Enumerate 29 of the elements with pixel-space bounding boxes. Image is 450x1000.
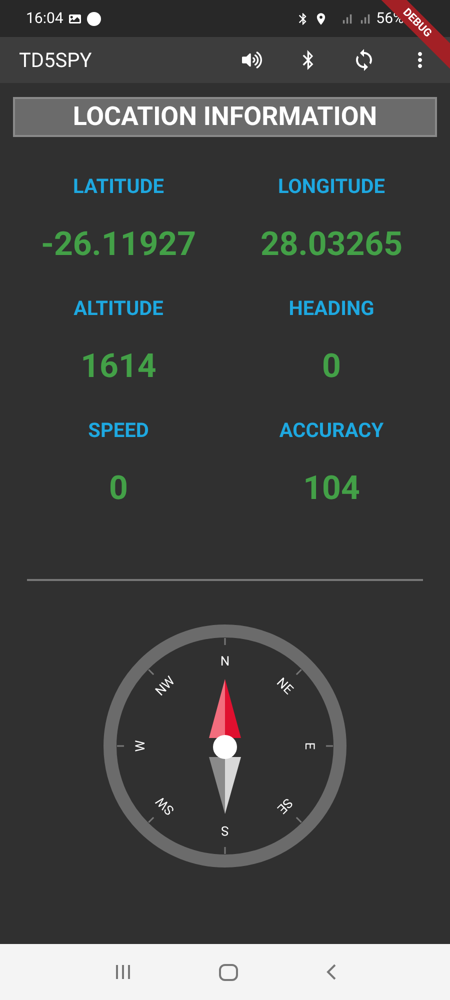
- compass-direction: W: [134, 740, 148, 752]
- reading-label: ALTITUDE: [74, 295, 164, 322]
- signal-icon: [358, 12, 372, 26]
- compass-direction: NE: [273, 675, 296, 698]
- reading-label: ACCURACY: [279, 417, 384, 444]
- reading-value: 104: [303, 469, 360, 509]
- reading-label: HEADING: [288, 295, 374, 322]
- reading-value: 28.03265: [260, 225, 403, 265]
- home-icon[interactable]: [218, 964, 238, 980]
- recent-apps-icon[interactable]: [114, 964, 132, 980]
- reading-value: 0: [109, 469, 128, 509]
- reading-label: SPEED: [88, 417, 149, 444]
- compass-direction: SE: [274, 794, 296, 816]
- app-title: TD5SPY: [19, 47, 93, 74]
- reading-value: 1614: [80, 347, 156, 387]
- signal-icon: [340, 12, 354, 26]
- compass-direction: SW: [154, 793, 178, 818]
- reading-label: LONGITUDE: [278, 173, 386, 200]
- back-icon[interactable]: [324, 963, 336, 981]
- compass-direction: E: [302, 742, 316, 750]
- reading-label: LATITUDE: [72, 173, 164, 200]
- compass-direction: N: [220, 654, 230, 670]
- reading-value: -26.11927: [40, 225, 196, 265]
- section-banner: LOCATION INFORMATION: [13, 97, 437, 137]
- status-time: 16:04: [26, 8, 64, 30]
- image-icon: [69, 12, 82, 24]
- compass-direction: NW: [152, 674, 178, 700]
- reading-value: 0: [322, 347, 341, 387]
- compass-direction: S: [221, 822, 229, 838]
